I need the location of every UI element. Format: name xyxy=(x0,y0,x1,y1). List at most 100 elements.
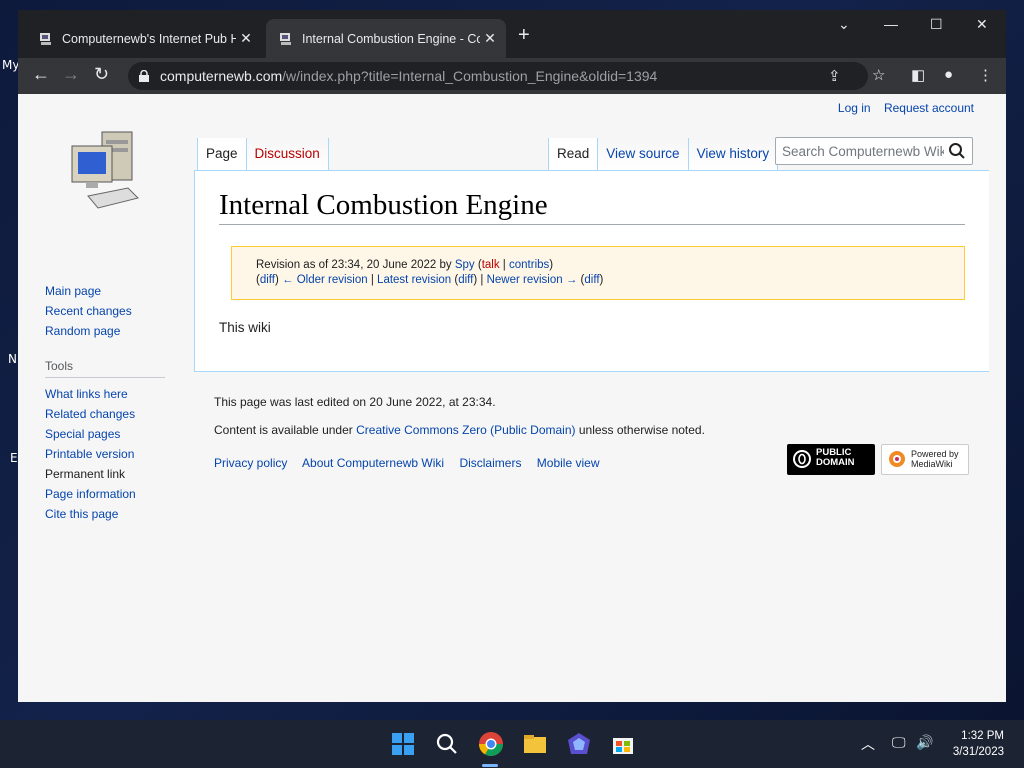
public-domain-label: PUBLIC DOMAIN xyxy=(816,447,855,468)
favicon-icon xyxy=(280,32,291,45)
cc-zero-icon xyxy=(793,450,811,468)
app-icon[interactable] xyxy=(565,730,593,758)
log-in-link[interactable]: Log in xyxy=(838,101,871,115)
mobile-view-link[interactable]: Mobile view xyxy=(537,456,600,470)
mediawiki-label: Powered by MediaWiki xyxy=(911,449,959,469)
disclaimers-link[interactable]: Disclaimers xyxy=(459,456,521,470)
address-bar[interactable]: computernewb.com/w/index.php?title=Inter… xyxy=(128,62,868,90)
privacy-policy-link[interactable]: Privacy policy xyxy=(214,456,287,470)
maximize-button[interactable]: ☐ xyxy=(930,16,943,33)
personal-tools: Log in Request account xyxy=(828,101,974,115)
sidebar-item-related-changes[interactable]: Related changes xyxy=(45,407,195,421)
revision-line-1: Revision as of 23:34, 20 June 2022 by Sp… xyxy=(256,259,554,271)
sidebar-item-random-page[interactable]: Random page xyxy=(45,324,195,338)
sidebar-item-what-links-here[interactable]: What links here xyxy=(45,387,195,401)
license-link[interactable]: Creative Commons Zero (Public Domain) xyxy=(356,423,575,437)
sidebar-item-special-pages[interactable]: Special pages xyxy=(45,427,195,441)
tab-read[interactable]: Read xyxy=(548,138,598,171)
content-area: Internal Combustion Engine Revision as o… xyxy=(194,170,989,372)
tab-page[interactable]: Page xyxy=(197,138,246,171)
browser-tab-0[interactable]: Computernewb's Internet Pub Hub ✕ xyxy=(26,19,262,58)
tab-title: Internal Combustion Engine - Computernew… xyxy=(302,31,480,46)
close-window-button[interactable]: ✕ xyxy=(976,16,988,33)
desktop-icon-label: E xyxy=(10,451,18,465)
chrome-icon[interactable] xyxy=(477,730,505,758)
reload-button[interactable]: ↻ xyxy=(94,64,109,85)
tray-chevron-icon[interactable]: ︿ xyxy=(861,734,875,754)
page-title: Internal Combustion Engine xyxy=(219,189,965,225)
tab-search-icon[interactable]: ⌄ xyxy=(838,16,850,33)
browser-window: Computernewb's Internet Pub Hub ✕ Intern… xyxy=(18,10,1006,702)
back-button[interactable]: ← xyxy=(32,64,50,85)
volume-icon[interactable]: 🔊 xyxy=(916,734,933,751)
lock-icon xyxy=(139,70,149,82)
tab-discussion[interactable]: Discussion xyxy=(245,138,329,171)
close-tab-icon[interactable]: ✕ xyxy=(480,30,500,47)
tab-view-history[interactable]: View history xyxy=(687,138,779,171)
sidebar-item-permanent-link[interactable]: Permanent link xyxy=(45,467,195,481)
start-windows-icon[interactable] xyxy=(389,730,417,758)
forward-button[interactable]: → xyxy=(62,64,80,85)
search-input[interactable]: Search Computernewb Wiki xyxy=(775,137,973,165)
search-placeholder: Search Computernewb Wiki xyxy=(782,144,944,159)
mediawiki-badge[interactable]: Powered by MediaWiki xyxy=(881,444,969,475)
mediawiki-flower-icon xyxy=(889,451,905,467)
namespace-tabs: Page Discussion xyxy=(197,138,329,171)
file-explorer-icon[interactable] xyxy=(521,730,549,758)
browser-toolbar: ← → ↻ computernewb.com/w/index.php?title… xyxy=(18,58,1006,94)
search-icon[interactable] xyxy=(948,142,966,160)
request-account-link[interactable]: Request account xyxy=(884,101,974,115)
view-tabs: Read View source View history xyxy=(548,138,779,171)
license-text: Content is available under xyxy=(214,423,353,437)
wiki-logo-computer-icon[interactable] xyxy=(68,126,142,212)
share-icon[interactable]: ⇪ xyxy=(828,67,841,85)
sidebar: Main page Recent changes Random page Too… xyxy=(45,284,195,527)
revision-line-2: (diff) ← Older revision | Latest revisio… xyxy=(256,274,604,286)
license-text: unless otherwise noted. xyxy=(578,423,705,437)
tab-title: Computernewb's Internet Pub Hub xyxy=(62,31,236,46)
store-icon[interactable] xyxy=(609,730,637,758)
close-tab-icon[interactable]: ✕ xyxy=(236,30,256,47)
diff-link[interactable]: diff xyxy=(458,274,473,286)
profile-icon[interactable]: ● xyxy=(944,66,953,83)
clock[interactable]: 1:32 PM 3/31/2023 xyxy=(953,728,1004,760)
clock-date: 3/31/2023 xyxy=(952,746,1004,758)
contribs-link[interactable]: contribs xyxy=(509,259,549,271)
taskbar-search-icon[interactable] xyxy=(433,730,461,758)
talk-link[interactable]: talk xyxy=(482,259,500,271)
public-domain-badge[interactable]: PUBLIC DOMAIN xyxy=(787,444,875,475)
browser-tab-1[interactable]: Internal Combustion Engine - Computernew… xyxy=(266,19,506,58)
footer-license: Content is available under Creative Comm… xyxy=(214,423,705,437)
tab-view-source[interactable]: View source xyxy=(597,138,688,171)
browser-titlebar: Computernewb's Internet Pub Hub ✕ Intern… xyxy=(18,10,1006,58)
sidebar-tools-heading: Tools xyxy=(45,359,165,378)
sidebar-item-cite-this-page[interactable]: Cite this page xyxy=(45,507,195,521)
new-tab-button[interactable]: + xyxy=(518,24,530,47)
sidebar-item-printable-version[interactable]: Printable version xyxy=(45,447,195,461)
sidebar-item-recent-changes[interactable]: Recent changes xyxy=(45,304,195,318)
clock-time: 1:32 PM xyxy=(961,730,1004,742)
active-app-indicator xyxy=(482,764,498,767)
footer-last-edited: This page was last edited on 20 June 202… xyxy=(214,395,496,409)
about-link[interactable]: About Computernewb Wiki xyxy=(302,456,444,470)
article-body: This wiki xyxy=(219,320,271,335)
diff-link[interactable]: diff xyxy=(260,274,275,286)
desktop-icon-label: N xyxy=(8,352,17,366)
network-icon[interactable]: 🖵 xyxy=(892,734,906,751)
newer-revision-link[interactable]: Newer revision → xyxy=(487,274,578,286)
minimize-button[interactable]: — xyxy=(884,16,898,32)
revision-notice: Revision as of 23:34, 20 June 2022 by Sp… xyxy=(231,246,965,300)
revision-text: Revision as of 23:34, 20 June 2022 by xyxy=(256,259,452,271)
user-link[interactable]: Spy xyxy=(455,259,475,271)
latest-revision-link[interactable]: Latest revision xyxy=(377,274,451,286)
sidepanel-icon[interactable]: ◧ xyxy=(911,66,925,84)
footer-links: Privacy policy About Computernewb Wiki D… xyxy=(214,456,612,470)
sidebar-item-main-page[interactable]: Main page xyxy=(45,284,195,298)
diff-link[interactable]: diff xyxy=(584,274,599,286)
menu-icon[interactable]: ⋮ xyxy=(978,66,993,84)
desktop-icon-label: My xyxy=(2,58,20,72)
sidebar-item-page-information[interactable]: Page information xyxy=(45,487,195,501)
older-revision-link[interactable]: ← Older revision xyxy=(282,274,368,286)
bookmark-star-icon[interactable]: ☆ xyxy=(872,66,885,84)
url-text[interactable]: computernewb.com/w/index.php?title=Inter… xyxy=(160,68,657,84)
